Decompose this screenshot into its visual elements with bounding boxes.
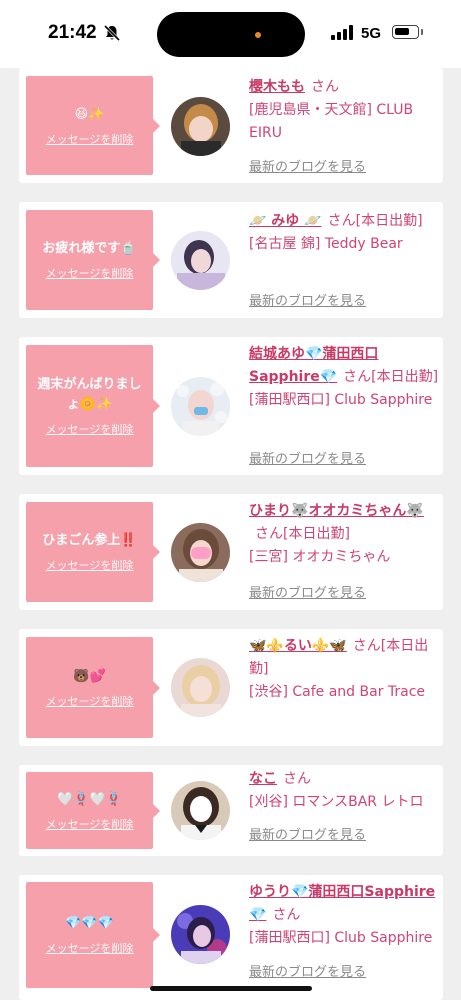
- signal-icon: [331, 25, 353, 40]
- profile-name-link[interactable]: 🪐 みゆ 🪐: [249, 213, 322, 229]
- delete-message-link[interactable]: メッセージを削除: [46, 940, 134, 956]
- message-bubble: 🤍🪢🤍🪢 メッセージを削除: [26, 772, 160, 849]
- clock: 21:42: [48, 22, 97, 43]
- delete-message-link[interactable]: メッセージを削除: [46, 816, 134, 832]
- list-item: 💎💎💎 メッセージを削除 ゆうり💎蒲田西口Sapphire💎 さん [蒲田駅西口]…: [19, 875, 443, 1000]
- avatar[interactable]: [171, 781, 230, 840]
- profile-info: 結城あゆ💎蒲田西口Sapphire💎 さん[本日出勤] [蒲田駅西口] Club …: [249, 343, 441, 412]
- latest-blog-link[interactable]: 最新のブログを見る: [249, 582, 366, 601]
- dynamic-island: [157, 12, 305, 57]
- shop-location: [名古屋 錦] Teddy Bear: [249, 236, 403, 252]
- honorific: さん: [311, 79, 339, 95]
- avatar[interactable]: [171, 658, 230, 717]
- profile-info: 🦋⚜️るい⚜️🦋 さん[本日出勤] [渋谷] Cafe and Bar Trace: [249, 635, 441, 704]
- message-bubble: 😆✨ メッセージを削除: [26, 76, 160, 175]
- latest-blog-link[interactable]: 最新のブログを見る: [249, 824, 366, 843]
- message-text: ひまごん参上‼️: [42, 533, 137, 548]
- shop-location: [蒲田駅西口] Club Sapphire: [249, 392, 433, 408]
- list-item: 🐻💕 メッセージを削除 🦋⚜️るい⚜️🦋 さん[本日出勤] [渋谷] Cafe a…: [19, 629, 443, 746]
- profile-info: 🪐 みゆ 🪐 さん[本日出勤] [名古屋 錦] Teddy Bear: [249, 210, 441, 256]
- profile-info: 櫻木もも さん [鹿児島県・天文館] CLUB EIRU: [249, 76, 441, 145]
- profile-name-link[interactable]: なこ: [249, 771, 277, 787]
- shop-location: [刈谷] ロマンスBAR レトロ: [249, 794, 424, 810]
- privacy-indicator-icon: [255, 32, 261, 38]
- honorific: さん: [272, 907, 301, 923]
- list-item: お疲れ様です🍵 メッセージを削除 🪐 みゆ 🪐 さん[本日出勤] [名古屋 錦] …: [19, 202, 443, 318]
- shop-location: [渋谷] Cafe and Bar Trace: [249, 684, 426, 700]
- latest-blog-link[interactable]: 最新のブログを見る: [249, 448, 366, 467]
- delete-message-link[interactable]: メッセージを削除: [46, 265, 134, 281]
- list-item: ひまごん参上‼️ メッセージを削除 ひまり🐺オオカミちゃん🐺 さん[本日出勤] […: [19, 494, 443, 610]
- avatar[interactable]: [171, 905, 230, 964]
- list-item: 🤍🪢🤍🪢 メッセージを削除 なこ さん [刈谷] ロマンスBAR レトロ 最新のブ…: [19, 765, 443, 856]
- avatar[interactable]: [171, 377, 230, 436]
- network-type: 5G: [361, 25, 382, 42]
- delete-message-link[interactable]: メッセージを削除: [46, 421, 134, 437]
- status-bar: 21:42 5G: [0, 0, 461, 68]
- message-text: 週末がんばりましょ🌼✨: [37, 377, 142, 412]
- message-bubble: お疲れ様です🍵 メッセージを削除: [26, 210, 160, 310]
- delete-message-link[interactable]: メッセージを削除: [46, 131, 134, 147]
- message-text: お疲れ様です🍵: [42, 241, 137, 256]
- message-text: 😆✨: [74, 106, 105, 122]
- profile-name-link[interactable]: ひまり🐺オオカミちゃん🐺: [249, 503, 424, 519]
- avatar[interactable]: [171, 523, 230, 582]
- honorific: さん: [283, 771, 311, 787]
- message-text: 🤍🪢🤍🪢: [57, 791, 122, 807]
- honorific: さん[本日出勤]: [327, 213, 423, 229]
- profile-info: ゆうり💎蒲田西口Sapphire💎 さん [蒲田駅西口] Club Sapphir…: [249, 881, 441, 950]
- avatar[interactable]: [171, 231, 230, 290]
- profile-name-link[interactable]: 🦋⚜️るい⚜️🦋: [249, 638, 347, 654]
- list-item: 😆✨ メッセージを削除 櫻木もも さん [鹿児島県・天文館] CLUB EIRU …: [19, 68, 443, 183]
- delete-message-link[interactable]: メッセージを削除: [46, 557, 134, 573]
- message-bubble: ひまごん参上‼️ メッセージを削除: [26, 502, 160, 602]
- latest-blog-link[interactable]: 最新のブログを見る: [249, 156, 366, 175]
- list-item: 週末がんばりましょ🌼✨ メッセージを削除 結城あゆ💎蒲田西口Sapphire💎 さ…: [19, 337, 443, 475]
- shop-location: [鹿児島県・天文館] CLUB EIRU: [249, 102, 414, 141]
- message-bubble: 週末がんばりましょ🌼✨ メッセージを削除: [26, 345, 160, 467]
- avatar[interactable]: [171, 97, 230, 156]
- message-bubble: 🐻💕 メッセージを削除: [26, 637, 160, 738]
- message-text: 💎💎💎: [65, 916, 114, 931]
- profile-info: ひまり🐺オオカミちゃん🐺 さん[本日出勤] [三宮] オオカミちゃん: [249, 500, 441, 569]
- profile-info: なこ さん [刈谷] ロマンスBAR レトロ: [249, 768, 441, 814]
- message-text: 🐻💕: [73, 668, 106, 684]
- latest-blog-link[interactable]: 最新のブログを見る: [249, 961, 366, 980]
- home-indicator[interactable]: [150, 986, 312, 991]
- honorific: さん[本日出勤]: [343, 369, 439, 385]
- profile-name-link[interactable]: 櫻木もも: [249, 79, 305, 95]
- bell-slash-icon: [103, 24, 121, 42]
- battery-tip: [421, 29, 423, 35]
- delete-message-link[interactable]: メッセージを削除: [46, 693, 134, 709]
- message-bubble: 💎💎💎 メッセージを削除: [26, 882, 160, 988]
- shop-location: [三宮] オオカミちゃん: [249, 549, 391, 565]
- shop-location: [蒲田駅西口] Club Sapphire: [249, 930, 433, 946]
- honorific: さん[本日出勤]: [255, 526, 350, 542]
- latest-blog-link[interactable]: 最新のブログを見る: [249, 290, 366, 309]
- battery-icon: [392, 25, 419, 39]
